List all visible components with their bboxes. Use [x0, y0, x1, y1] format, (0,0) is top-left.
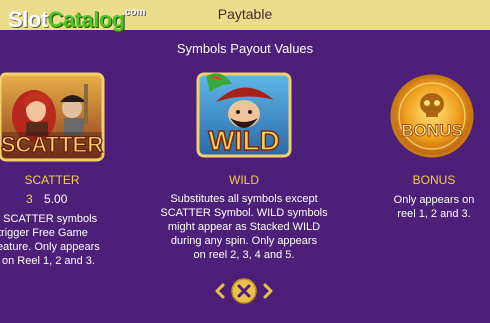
wild-desc-line: SCATTER Symbol. WILD symbols: [160, 207, 328, 219]
bonus-symbol-image: BONUS: [388, 70, 476, 160]
bonus-name: BONUS: [412, 173, 456, 187]
scatter-payout-count: 3: [26, 192, 33, 206]
scatter-image-label: SCATTER: [1, 132, 103, 157]
chevron-left-icon[interactable]: [215, 283, 225, 299]
logo-slot-text: Slot: [8, 7, 48, 32]
scatter-desc-line: trigger Free Game: [0, 227, 88, 239]
scatter-name: SCATTER: [24, 173, 80, 187]
chevron-right-icon[interactable]: [263, 283, 273, 299]
wild-description: Substitutes all symbols except SCATTER S…: [140, 192, 348, 262]
scatter-desc-line: on Reel 1, 2 and 3.: [2, 255, 95, 267]
scatter-desc-line: 3 SCATTER symbols: [0, 213, 98, 225]
wild-name: WILD: [229, 173, 259, 187]
wild-desc-line: on reel 2, 3, 4 and 5.: [193, 249, 295, 261]
wild-desc-line: Substitutes all symbols except: [170, 193, 318, 205]
wild-image-label: WILD: [208, 125, 280, 156]
bonus-image-label: BONUS: [401, 121, 462, 140]
section-title: Symbols Payout Values: [176, 41, 314, 56]
close-icon[interactable]: [231, 278, 257, 304]
scatter-desc-line: feature. Only appears: [0, 241, 100, 253]
wild-symbol-image: WILD: [192, 70, 296, 160]
logo-com-text: .com: [122, 7, 146, 18]
wild-desc-line: during any spin. Only appears: [170, 235, 318, 247]
bonus-desc-line: reel 1, 2 and 3.: [397, 208, 471, 220]
scatter-symbol-image: SCATTER: [0, 72, 105, 164]
wild-desc-line: might appear as Stacked WILD: [167, 221, 321, 233]
paytable-nav: [214, 276, 274, 306]
scatter-payout-row: 3 5.00: [26, 192, 67, 206]
scatter-description: 3 SCATTER symbols trigger Free Game feat…: [0, 212, 112, 268]
logo-catalog-text: Catalog: [47, 7, 126, 32]
bonus-description: Only appears on reel 1, 2 and 3.: [374, 193, 490, 221]
slotcatalog-logo: SlotCatalog: [8, 6, 125, 34]
scatter-payout-value: 5.00: [44, 192, 68, 206]
bonus-desc-line: Only appears on: [393, 194, 475, 206]
